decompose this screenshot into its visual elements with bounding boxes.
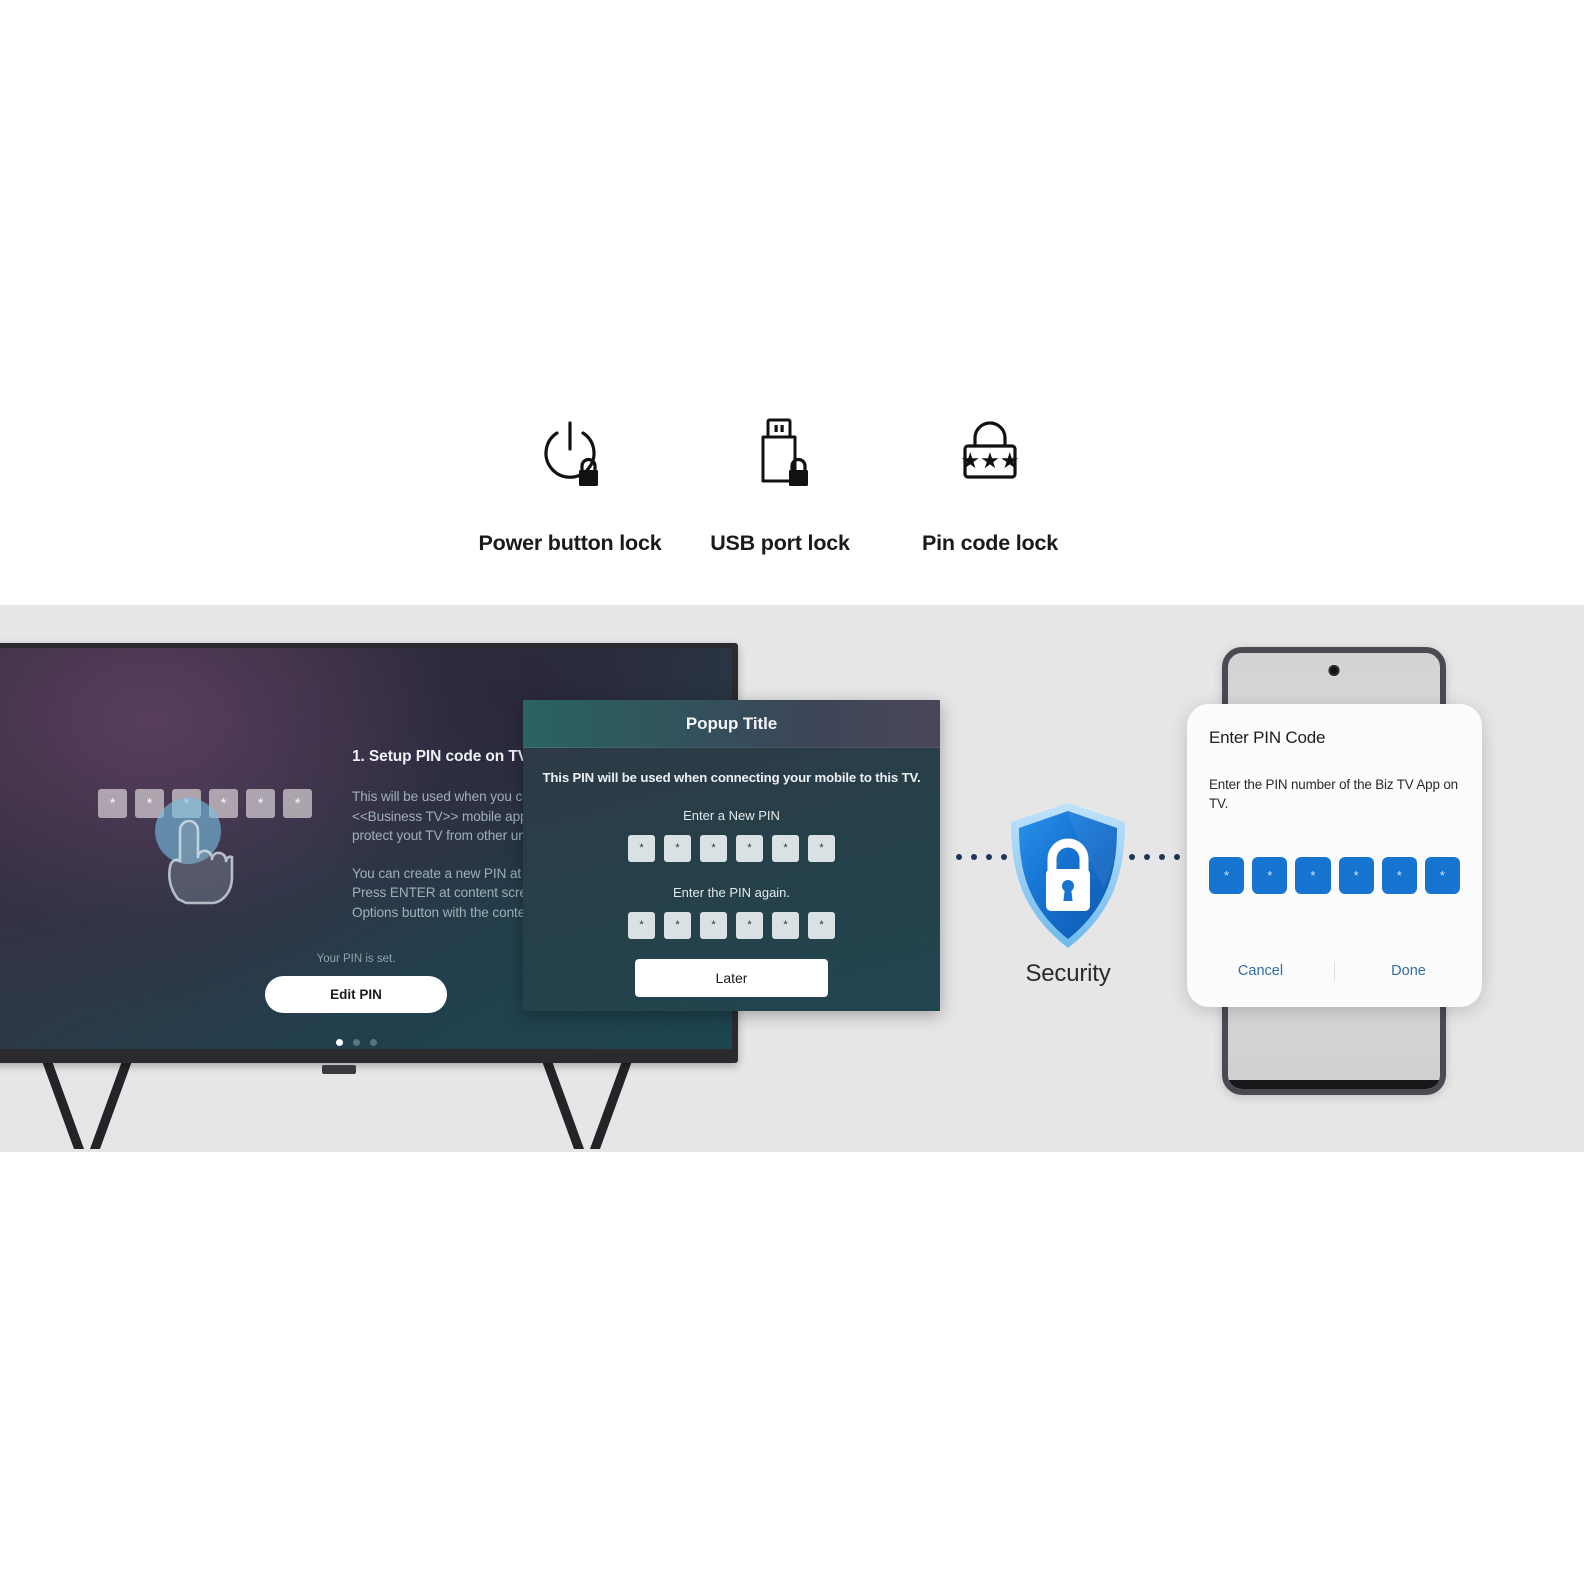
edit-pin-button[interactable]: Edit PIN bbox=[265, 976, 447, 1013]
popup-pin-cell[interactable]: * bbox=[808, 912, 835, 939]
tv-leg-right-2 bbox=[589, 1061, 633, 1149]
done-button[interactable]: Done bbox=[1335, 957, 1482, 985]
mobile-dialog-title: Enter PIN Code bbox=[1209, 728, 1326, 747]
tv-leg-left-2 bbox=[89, 1061, 133, 1149]
feature-label: Power button lock bbox=[478, 531, 662, 555]
phone-bottom-bezel bbox=[1228, 1080, 1440, 1089]
popup-pin-cell[interactable]: * bbox=[628, 912, 655, 939]
connector-dot bbox=[971, 854, 977, 860]
tv-pin-cell[interactable]: * bbox=[283, 789, 312, 818]
tv-footer: Your PIN is set. Edit PIN bbox=[256, 953, 456, 1046]
tv-pagination-dot[interactable] bbox=[352, 1039, 360, 1046]
popup-pin-cell[interactable]: * bbox=[664, 912, 691, 939]
popup-title-bar: Popup Title bbox=[523, 700, 940, 748]
later-button[interactable]: Later bbox=[635, 959, 828, 997]
mobile-pin-row[interactable]: * * * * * * bbox=[1209, 857, 1461, 895]
popup-pin-cell[interactable]: * bbox=[772, 912, 799, 939]
tv-brand-logo bbox=[322, 1065, 356, 1074]
mobile-pin-cell[interactable]: * bbox=[1209, 857, 1245, 895]
usb-port-lock-icon bbox=[741, 415, 819, 493]
connector-dot bbox=[1159, 854, 1165, 860]
tv-pin-cell[interactable]: * bbox=[98, 789, 127, 818]
mobile-dialog-actions: Cancel Done bbox=[1187, 957, 1482, 985]
phone-camera-icon bbox=[1328, 665, 1340, 676]
popup-new-pin-row[interactable]: * * * * * * bbox=[628, 835, 835, 862]
mobile-pin-cell[interactable]: * bbox=[1252, 857, 1288, 895]
connector-dots-left bbox=[956, 854, 1007, 860]
popup-pin-cell[interactable]: * bbox=[700, 912, 727, 939]
connector-dot bbox=[1144, 854, 1150, 860]
feature-label: Pin code lock bbox=[922, 531, 1058, 555]
popup-pin-cell[interactable]: * bbox=[628, 835, 655, 862]
mobile-pin-cell[interactable]: * bbox=[1381, 857, 1417, 895]
tv-pagination-dot[interactable] bbox=[369, 1039, 377, 1046]
mobile-pin-cell[interactable]: * bbox=[1295, 857, 1331, 895]
shield-holder bbox=[952, 800, 1184, 952]
security-shield-lock-icon bbox=[1011, 803, 1125, 948]
mobile-dialog-description: Enter the PIN number of the Biz TV App o… bbox=[1209, 777, 1458, 812]
popup-confirm-pin-label: Enter the PIN again. bbox=[672, 885, 791, 900]
mobile-pin-dialog: Enter PIN Code Enter the PIN number of t… bbox=[1187, 704, 1482, 1007]
hand-pointer-icon bbox=[158, 813, 236, 910]
popup-pin-cell[interactable]: * bbox=[736, 912, 763, 939]
tv-pagination-dot[interactable] bbox=[335, 1039, 343, 1046]
mobile-pin-cell[interactable]: * bbox=[1424, 857, 1461, 895]
connector-dot bbox=[1174, 854, 1180, 860]
pin-code-lock-icon: ★★★ bbox=[951, 415, 1029, 493]
popup-pin-cell[interactable]: * bbox=[772, 835, 799, 862]
feature-usb-port-lock: USB port lock bbox=[680, 415, 880, 556]
cancel-button[interactable]: Cancel bbox=[1187, 957, 1334, 985]
connector-dot bbox=[956, 854, 962, 860]
svg-text:★★★: ★★★ bbox=[960, 448, 1019, 473]
connector-dot bbox=[1001, 854, 1007, 860]
tv-leg-right bbox=[541, 1061, 585, 1149]
popup-title: Popup Title bbox=[685, 713, 778, 733]
feature-pin-code-lock: ★★★ Pin code lock bbox=[890, 415, 1090, 556]
tv-popup-dialog: Popup Title This PIN will be used when c… bbox=[523, 700, 940, 1011]
power-button-lock-icon bbox=[531, 415, 609, 493]
popup-body: This PIN will be used when connecting yo… bbox=[523, 748, 940, 1011]
popup-confirm-pin-row[interactable]: * * * * * * bbox=[628, 912, 835, 939]
connector-dot bbox=[986, 854, 992, 860]
popup-description: This PIN will be used when connecting yo… bbox=[542, 770, 921, 785]
security-group: Security bbox=[952, 800, 1184, 988]
feature-icon-row: Power button lock USB port lock ★★★ Pin … bbox=[470, 415, 1090, 575]
security-label: Security bbox=[1025, 960, 1111, 987]
tv-pin-cell[interactable]: * bbox=[246, 789, 275, 818]
tv-pin-status: Your PIN is set. bbox=[316, 953, 396, 965]
popup-pin-cell[interactable]: * bbox=[736, 835, 763, 862]
page-root: Power button lock USB port lock ★★★ Pin … bbox=[0, 0, 1584, 1584]
tv-leg-left bbox=[41, 1061, 85, 1149]
connector-dot bbox=[1129, 854, 1135, 860]
mobile-pin-cell[interactable]: * bbox=[1338, 857, 1374, 895]
tv-pagination[interactable] bbox=[256, 1039, 456, 1046]
popup-pin-cell[interactable]: * bbox=[664, 835, 691, 862]
popup-pin-cell[interactable]: * bbox=[700, 835, 727, 862]
feature-label: USB port lock bbox=[710, 531, 850, 555]
popup-new-pin-label: Enter a New PIN bbox=[683, 808, 780, 823]
connector-dots-right bbox=[1129, 854, 1180, 860]
popup-pin-cell[interactable]: * bbox=[808, 835, 835, 862]
feature-power-button-lock: Power button lock bbox=[470, 415, 670, 556]
